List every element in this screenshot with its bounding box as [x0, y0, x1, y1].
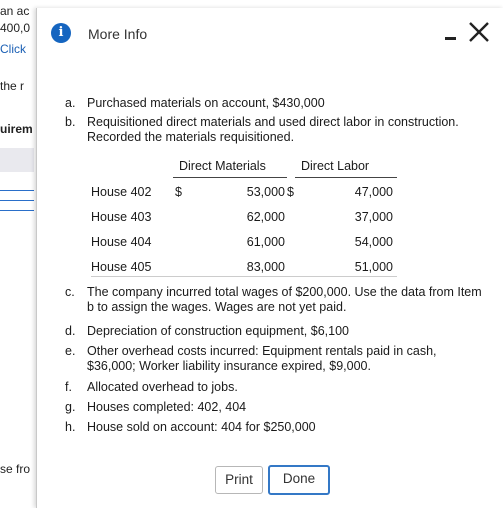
background-line	[0, 190, 34, 191]
background-text: uirem	[0, 122, 33, 136]
column-header-direct-labor: Direct Labor	[301, 159, 370, 173]
print-button[interactable]: Print	[215, 466, 263, 494]
item-letter: a.	[65, 96, 76, 110]
direct-labor-value: 37,000	[354, 210, 393, 224]
list-item: f. Allocated overhead to jobs.	[65, 380, 485, 396]
dialog-content: a. Purchased materials on account, $430,…	[37, 8, 503, 508]
item-text: Allocated overhead to jobs.	[87, 380, 238, 394]
row-label: House 403	[91, 210, 152, 224]
row-label: House 405	[91, 260, 152, 274]
background-bar	[0, 148, 34, 172]
direct-materials-value: 61,000	[246, 235, 285, 249]
background-line	[0, 200, 34, 201]
item-letter: d.	[65, 324, 76, 338]
row-label: House 404	[91, 235, 152, 249]
done-button[interactable]: Done	[268, 465, 330, 495]
item-letter: f.	[65, 380, 72, 394]
header-rule	[173, 177, 287, 178]
item-text: House sold on account: 404 for $250,000	[87, 420, 316, 434]
direct-labor-value: 54,000	[354, 235, 393, 249]
row-label: House 402	[91, 185, 152, 199]
item-letter: e.	[65, 344, 76, 358]
item-letter: g.	[65, 400, 76, 414]
background-top-strip	[0, 0, 503, 6]
background-line	[0, 210, 34, 211]
column-header-direct-materials: Direct Materials	[179, 159, 266, 173]
background-page: an ac 400,0 Click the r uirem se fro	[0, 0, 36, 508]
direct-labor-value: 47,000	[354, 185, 393, 199]
direct-materials-value: 62,000	[246, 210, 285, 224]
list-item: a. Purchased materials on account, $430,…	[65, 96, 485, 112]
more-info-dialog: i More Info a. Purchased materials on ac…	[36, 8, 503, 508]
currency-symbol: $	[287, 185, 294, 199]
list-item: g. Houses completed: 402, 404	[65, 400, 485, 416]
list-item: e. Other overhead costs incurred: Equipm…	[65, 344, 485, 376]
item-text: Requisitioned direct materials and used …	[87, 115, 459, 144]
table-bottom-rule	[91, 276, 397, 277]
background-text: the r	[0, 79, 25, 93]
item-text: Depreciation of construction equipment, …	[87, 324, 349, 338]
list-item: c. The company incurred total wages of $…	[65, 285, 485, 317]
list-item: d. Depreciation of construction equipmen…	[65, 324, 485, 340]
direct-materials-value: 53,000	[246, 185, 285, 199]
item-letter: b.	[65, 115, 76, 129]
list-item: b. Requisitioned direct materials and us…	[65, 115, 485, 147]
item-text: Other overhead costs incurred: Equipment…	[87, 344, 437, 373]
background-text: 400,0	[0, 21, 31, 35]
item-text: The company incurred total wages of $200…	[87, 285, 482, 314]
direct-materials-value: 83,000	[246, 260, 285, 274]
currency-symbol: $	[175, 185, 182, 199]
background-text: an ac	[0, 4, 30, 18]
item-letter: c.	[65, 285, 75, 299]
header-rule	[295, 177, 397, 178]
list-item: h. House sold on account: 404 for $250,0…	[65, 420, 485, 436]
background-link[interactable]: Click	[0, 42, 26, 56]
background-text: se fro	[0, 462, 31, 476]
direct-labor-value: 51,000	[354, 260, 393, 274]
item-text: Purchased materials on account, $430,000	[87, 96, 325, 110]
item-text: Houses completed: 402, 404	[87, 400, 247, 414]
item-letter: h.	[65, 420, 76, 434]
